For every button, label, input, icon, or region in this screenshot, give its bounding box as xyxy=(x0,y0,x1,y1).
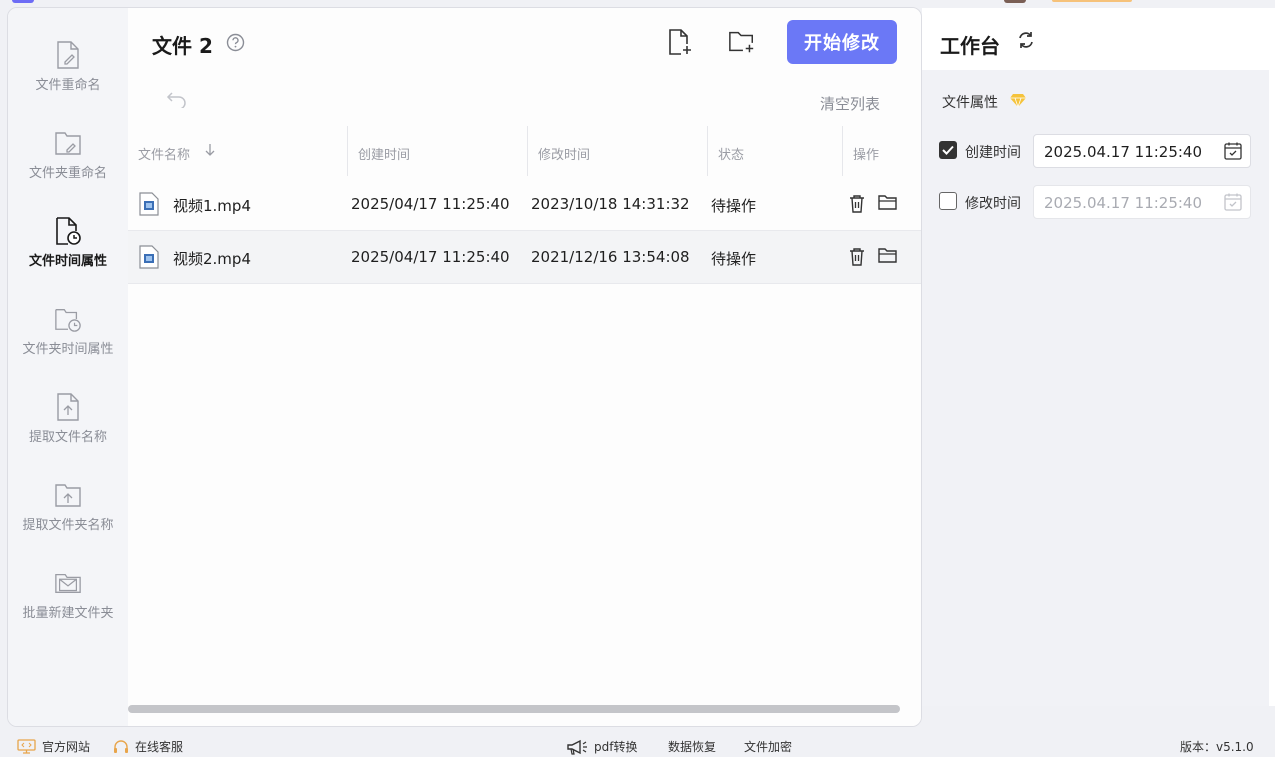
folder-plus-icon xyxy=(729,31,754,53)
pdf-convert-link[interactable]: pdf转换 xyxy=(566,738,637,755)
main-card: 文件重命名 文件夹重命名 文件时间属性 文件夹时间属性 提取文件名称 提取文件夹… xyxy=(7,7,922,727)
page-title: 文件 2 xyxy=(152,34,213,58)
workspace-header: 工作台 xyxy=(922,8,1275,70)
add-file-button[interactable] xyxy=(666,28,694,56)
help-icon[interactable] xyxy=(226,33,245,56)
sidebar-item-folder-rename[interactable]: 文件夹重命名 xyxy=(8,128,128,208)
column-divider[interactable] xyxy=(842,126,843,176)
sidebar-item-label: 提取文件名称 xyxy=(28,430,107,445)
horizontal-scrollbar[interactable] xyxy=(128,705,900,713)
workspace-panel: 文件属性 创建时间 2025.04.17 11:25:40 修改时间 2025.… xyxy=(922,70,1269,706)
column-divider[interactable] xyxy=(527,126,528,176)
headset-icon xyxy=(114,739,128,753)
refresh-icon[interactable] xyxy=(1016,30,1036,54)
modify-time-label: 修改时间 xyxy=(965,196,1021,212)
monitor-icon xyxy=(17,739,36,754)
open-folder-icon[interactable] xyxy=(878,194,898,215)
folder-clock-icon xyxy=(54,304,82,334)
sidebar-item-label: 文件夹重命名 xyxy=(28,166,107,181)
file-plus-icon xyxy=(669,29,691,55)
sidebar-item-label: 文件重命名 xyxy=(35,78,101,93)
column-divider[interactable] xyxy=(707,126,708,176)
official-website-link[interactable]: 官方网站 xyxy=(17,738,90,755)
trash-icon[interactable] xyxy=(849,194,865,217)
status: 待操作 xyxy=(711,250,757,268)
sort-down-icon[interactable] xyxy=(204,143,216,161)
top-accent-bar xyxy=(12,0,34,3)
modify-time-checkbox[interactable] xyxy=(939,192,957,210)
table-row[interactable]: 视频2.mp4 2025/04/17 11:25:40 2021/12/16 1… xyxy=(128,231,921,284)
sidebar-item-label: 文件夹时间属性 xyxy=(22,342,114,357)
column-header-actions: 操作 xyxy=(853,148,880,163)
add-folder-button[interactable] xyxy=(728,28,756,56)
megaphone-icon xyxy=(567,739,587,755)
create-time-input[interactable]: 2025.04.17 11:25:40 xyxy=(1033,134,1251,168)
sidebar: 文件重命名 文件夹重命名 文件时间属性 文件夹时间属性 提取文件名称 提取文件夹… xyxy=(8,8,128,726)
start-modify-button[interactable]: 开始修改 xyxy=(787,20,897,64)
online-support-link[interactable]: 在线客服 xyxy=(113,738,183,755)
footer: 官方网站 在线客服 pdf转换 数据恢复 文件加密 版本：v5.1.0 xyxy=(0,732,1275,757)
sidebar-item-file-time[interactable]: 文件时间属性 xyxy=(8,216,128,296)
sidebar-item-batch-new-folder[interactable]: 批量新建文件夹 xyxy=(8,568,128,648)
file-edit-icon xyxy=(54,40,82,70)
file-encrypt-link[interactable]: 文件加密 xyxy=(744,738,792,755)
create-time-checkbox[interactable] xyxy=(939,141,957,159)
created-time: 2025/04/17 11:25:40 xyxy=(351,195,510,213)
column-header-status: 状态 xyxy=(718,148,745,163)
calendar-icon[interactable] xyxy=(1224,142,1242,164)
clear-list-button[interactable]: 清空列表 xyxy=(820,93,880,114)
folder-edit-icon xyxy=(54,128,82,158)
online-support-label: 在线客服 xyxy=(135,740,184,754)
file-name: 视频1.mp4 xyxy=(173,197,251,215)
open-folder-icon[interactable] xyxy=(878,247,898,268)
table-header: 文件名称 创建时间 修改时间 状态 操作 xyxy=(128,126,921,178)
vip-badge-edge[interactable] xyxy=(1052,0,1132,2)
official-website-label: 官方网站 xyxy=(42,740,91,754)
version-text: 版本：v5.1.0 xyxy=(1180,740,1254,754)
folder-mail-icon xyxy=(54,568,82,598)
sidebar-item-extract-file-name[interactable]: 提取文件名称 xyxy=(8,392,128,472)
data-recovery-link[interactable]: 数据恢复 xyxy=(668,738,716,755)
check-icon xyxy=(942,145,954,155)
column-header-created: 创建时间 xyxy=(358,148,411,163)
file-name: 视频2.mp4 xyxy=(173,250,251,268)
folder-upload-icon xyxy=(54,480,82,510)
calendar-icon[interactable] xyxy=(1224,193,1242,215)
file-encrypt-label: 文件加密 xyxy=(744,740,793,754)
create-time-label: 创建时间 xyxy=(965,145,1021,161)
undo-icon[interactable] xyxy=(166,90,188,112)
file-list-panel: 文件 2 开始修改 清空列表 文件名称 创建时间 修改时间 状态 操作 视频1.… xyxy=(128,8,921,726)
status: 待操作 xyxy=(711,197,757,215)
sidebar-item-file-rename[interactable]: 文件重命名 xyxy=(8,40,128,120)
file-table: 文件名称 创建时间 修改时间 状态 操作 视频1.mp4 2025/04/17 … xyxy=(128,126,921,284)
user-avatar-edge[interactable] xyxy=(1004,0,1026,3)
sidebar-item-extract-folder-name[interactable]: 提取文件夹名称 xyxy=(8,480,128,560)
create-time-value: 2025.04.17 11:25:40 xyxy=(1044,143,1203,161)
file-attributes-title: 文件属性 xyxy=(942,95,998,111)
modified-time: 2023/10/18 14:31:32 xyxy=(531,195,690,213)
sidebar-item-label: 批量新建文件夹 xyxy=(22,606,114,621)
sidebar-item-label: 提取文件夹名称 xyxy=(22,518,114,533)
column-header-name[interactable]: 文件名称 xyxy=(138,144,190,163)
video-file-icon xyxy=(138,192,160,220)
data-recovery-label: 数据恢复 xyxy=(668,740,717,754)
sidebar-item-label: 文件时间属性 xyxy=(28,254,107,269)
modified-time: 2021/12/16 13:54:08 xyxy=(531,248,690,266)
column-divider[interactable] xyxy=(347,126,348,176)
workspace-title: 工作台 xyxy=(940,34,1000,58)
created-time: 2025/04/17 11:25:40 xyxy=(351,248,510,266)
workspace-scrollbar[interactable] xyxy=(1269,70,1275,706)
version-label: 版本：v5.1.0 xyxy=(1180,738,1254,755)
sidebar-item-folder-time[interactable]: 文件夹时间属性 xyxy=(8,304,128,384)
modify-time-value: 2025.04.17 11:25:40 xyxy=(1044,194,1203,212)
diamond-icon xyxy=(1009,93,1027,112)
column-header-modified: 修改时间 xyxy=(538,148,591,163)
file-upload-icon xyxy=(54,392,82,422)
pdf-convert-label: pdf转换 xyxy=(594,740,638,754)
video-file-icon xyxy=(138,245,160,273)
table-row[interactable]: 视频1.mp4 2025/04/17 11:25:40 2023/10/18 1… xyxy=(128,178,921,231)
modify-time-input[interactable]: 2025.04.17 11:25:40 xyxy=(1033,185,1251,219)
file-clock-icon xyxy=(54,216,82,246)
trash-icon[interactable] xyxy=(849,247,865,270)
